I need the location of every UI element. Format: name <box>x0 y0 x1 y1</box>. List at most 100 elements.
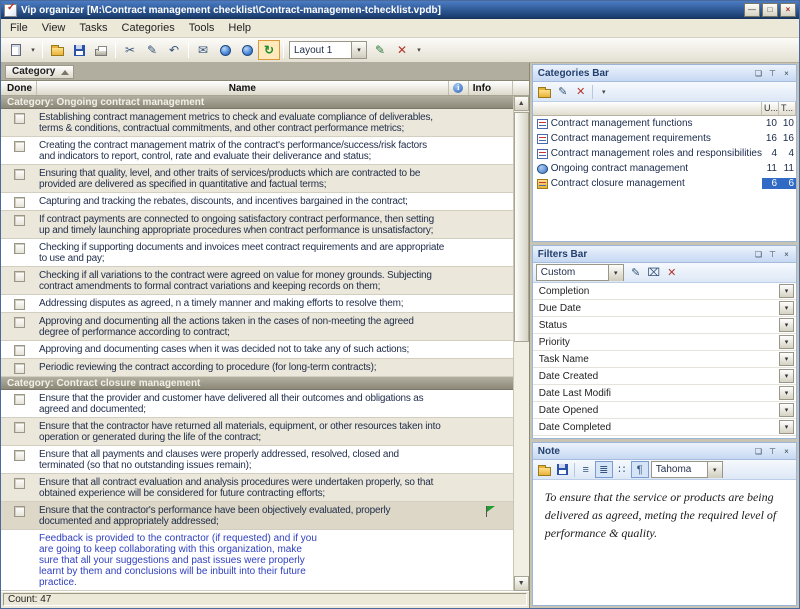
panel-close-icon[interactable]: × <box>780 67 793 79</box>
filter-dropdown[interactable]: ▾ <box>779 301 794 315</box>
edit-button[interactable]: ✎ <box>141 40 163 60</box>
task-row[interactable]: Approving and documenting all the action… <box>1 313 513 341</box>
note-open-button[interactable] <box>536 461 554 478</box>
task-row[interactable]: Creating the contract management matrix … <box>1 137 513 165</box>
categories-more-button[interactable]: ▾ <box>595 83 613 100</box>
align-justify-button[interactable]: ≣ <box>595 461 613 478</box>
note-text[interactable]: To ensure that the service or products a… <box>533 480 796 605</box>
task-row[interactable]: Periodic reviewing the contract accordin… <box>1 359 513 377</box>
scroll-down-button[interactable]: ▼ <box>514 576 529 591</box>
edit-filter-button[interactable]: ✎ <box>627 264 645 281</box>
new-task-button[interactable] <box>5 40 27 60</box>
task-checkbox[interactable] <box>14 345 25 356</box>
category-count-column-1[interactable]: U... <box>762 102 779 115</box>
scroll-thumb[interactable] <box>514 112 529 342</box>
minimize-button[interactable]: — <box>744 3 760 17</box>
panel-close-icon[interactable]: × <box>780 445 793 457</box>
task-row[interactable]: Capturing and tracking the rebates, disc… <box>1 193 513 211</box>
task-checkbox[interactable] <box>14 317 25 328</box>
menu-tools[interactable]: Tools <box>182 20 222 36</box>
filter-dropdown[interactable]: ▾ <box>779 335 794 349</box>
task-row[interactable]: Checking if all variations to the contra… <box>1 267 513 295</box>
task-row[interactable]: Ensure that the contractor's performance… <box>1 502 513 530</box>
panel-close-icon[interactable]: × <box>780 248 793 260</box>
chevron-down-icon[interactable]: ▾ <box>351 42 366 58</box>
filter-dropdown[interactable]: ▾ <box>779 318 794 332</box>
filter-preset-select[interactable]: Custom ▾ <box>536 264 624 281</box>
column-header-name[interactable]: Name <box>37 81 449 95</box>
save-layout-button[interactable]: ✎ <box>369 40 391 60</box>
delete-layout-button[interactable]: ✕ <box>391 40 413 60</box>
column-header-info-icon[interactable]: i <box>449 81 469 95</box>
task-checkbox[interactable] <box>14 394 25 405</box>
task-row[interactable]: Ensure that the contractor have returned… <box>1 418 513 446</box>
task-row[interactable]: Checking if supporting documents and inv… <box>1 239 513 267</box>
panel-maximize-icon[interactable]: ❏ <box>752 248 765 260</box>
task-row[interactable]: Ensuring that quality, level, and other … <box>1 165 513 193</box>
filter-dropdown[interactable]: ▾ <box>779 352 794 366</box>
task-row[interactable]: Ensure that the provider and customer ha… <box>1 390 513 418</box>
category-item[interactable]: Contract closure management66 <box>533 176 796 191</box>
cut-button[interactable]: ✂ <box>119 40 141 60</box>
task-checkbox[interactable] <box>14 141 25 152</box>
category-item[interactable]: Contract management functions1010 <box>533 116 796 131</box>
font-select[interactable]: Tahoma ▾ <box>651 461 723 478</box>
layout-select[interactable]: Layout 1 ▾ <box>289 41 367 59</box>
add-category-button[interactable] <box>536 83 554 100</box>
bullet-list-button[interactable]: ∷ <box>613 461 631 478</box>
web-button[interactable] <box>236 40 258 60</box>
panel-pin-icon[interactable]: ⊤ <box>766 67 779 79</box>
category-band[interactable]: Category: Ongoing contract management <box>1 96 513 109</box>
task-row[interactable]: If contract payments are connected to on… <box>1 211 513 239</box>
vertical-scrollbar[interactable]: ▲ ▼ <box>513 96 529 591</box>
task-row[interactable]: Ensure that all contract evaluation and … <box>1 474 513 502</box>
category-item[interactable]: Ongoing contract management1111 <box>533 161 796 176</box>
show-formatting-button[interactable]: ¶ <box>631 461 649 478</box>
save-button[interactable] <box>68 40 90 60</box>
column-header-done[interactable]: Done <box>1 81 37 95</box>
panel-maximize-icon[interactable]: ❏ <box>752 67 765 79</box>
new-task-dropdown[interactable]: ▾ <box>27 40 39 60</box>
clear-filter-button[interactable]: ⌧ <box>645 264 663 281</box>
print-button[interactable] <box>90 40 112 60</box>
note-save-button[interactable] <box>554 461 572 478</box>
align-left-button[interactable]: ≡ <box>577 461 595 478</box>
layout-more-dropdown[interactable]: ▾ <box>413 40 425 60</box>
globe-button[interactable] <box>214 40 236 60</box>
menu-file[interactable]: File <box>3 20 35 36</box>
task-checkbox[interactable] <box>14 271 25 282</box>
category-item[interactable]: Contract management roles and responsibi… <box>533 146 796 161</box>
task-row[interactable]: Approving and documenting cases when it … <box>1 341 513 359</box>
task-checkbox[interactable] <box>14 363 25 374</box>
scroll-track[interactable] <box>514 111 529 576</box>
category-band[interactable]: Category: Contract closure management <box>1 377 513 390</box>
menu-tasks[interactable]: Tasks <box>72 20 114 36</box>
menu-view[interactable]: View <box>35 20 73 36</box>
task-note-row[interactable]: Feedback is provided to the contractor (… <box>1 530 513 591</box>
undo-button[interactable]: ↶ <box>163 40 185 60</box>
menu-categories[interactable]: Categories <box>115 20 182 36</box>
task-checkbox[interactable] <box>14 215 25 226</box>
chevron-down-icon[interactable]: ▾ <box>608 265 623 281</box>
task-checkbox[interactable] <box>14 299 25 310</box>
filter-dropdown[interactable]: ▾ <box>779 369 794 383</box>
menu-help[interactable]: Help <box>221 20 258 36</box>
task-checkbox[interactable] <box>14 243 25 254</box>
close-button[interactable]: × <box>780 3 796 17</box>
category-item[interactable]: Contract management requirements1616 <box>533 131 796 146</box>
task-row[interactable]: Ensure that all payments and clauses wer… <box>1 446 513 474</box>
panel-maximize-icon[interactable]: ❏ <box>752 445 765 457</box>
chevron-down-icon[interactable]: ▾ <box>707 462 722 478</box>
task-row[interactable]: Addressing disputes as agreed, n a timel… <box>1 295 513 313</box>
panel-pin-icon[interactable]: ⊤ <box>766 445 779 457</box>
edit-category-button[interactable]: ✎ <box>554 83 572 100</box>
maximize-button[interactable]: □ <box>762 3 778 17</box>
sync-button[interactable]: ↻ <box>258 40 280 60</box>
task-row[interactable]: Establishing contract management metrics… <box>1 109 513 137</box>
column-header-info[interactable]: Info <box>469 81 513 95</box>
panel-pin-icon[interactable]: ⊤ <box>766 248 779 260</box>
task-checkbox[interactable] <box>14 169 25 180</box>
category-name-column[interactable] <box>533 102 762 115</box>
task-checkbox[interactable] <box>14 506 25 517</box>
task-checkbox[interactable] <box>14 478 25 489</box>
